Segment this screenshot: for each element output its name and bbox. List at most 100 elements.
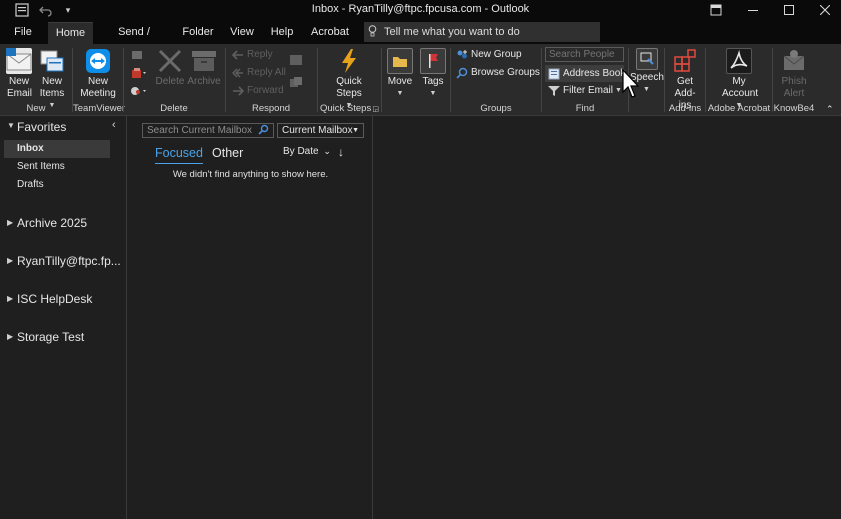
tab-other[interactable]: Other xyxy=(212,144,243,164)
search-scope-dropdown[interactable]: Current Mailbox ▼ xyxy=(277,123,364,138)
meeting-reply-icon[interactable] xyxy=(290,55,302,68)
reply-label: Reply xyxy=(247,49,273,60)
teamviewer-icon xyxy=(85,48,111,74)
reply-all-button[interactable]: Reply All xyxy=(232,65,286,81)
new-items-icon xyxy=(39,48,65,74)
phish-alert-button[interactable]: Phish Alert xyxy=(775,46,813,100)
new-meeting-label: New Meeting xyxy=(80,76,116,99)
group-groups-label: Groups xyxy=(480,103,512,114)
collapse-ribbon-icon[interactable]: ⌃ xyxy=(826,104,834,115)
acrobat-icon xyxy=(726,48,752,74)
ignore-icon[interactable] xyxy=(130,49,144,64)
minimize-icon[interactable] xyxy=(738,0,768,20)
address-book-button[interactable]: Address Book xyxy=(548,66,625,82)
tab-home[interactable]: Home xyxy=(48,22,93,44)
flag-icon xyxy=(420,48,446,74)
tags-button[interactable]: Tags ▼ xyxy=(418,46,448,100)
tab-view[interactable]: View xyxy=(227,22,257,44)
move-button[interactable]: Move ▼ xyxy=(384,46,416,100)
search-people-input[interactable] xyxy=(545,47,624,62)
sort-direction-arrow-icon[interactable]: ↓ xyxy=(338,145,344,159)
phish-alert-icon xyxy=(781,48,807,74)
reply-all-label: Reply All xyxy=(247,67,286,78)
reply-icon xyxy=(231,49,244,61)
reply-button[interactable]: Reply xyxy=(231,47,273,63)
delete-button[interactable]: Delete xyxy=(154,46,186,88)
search-icon[interactable] xyxy=(258,124,269,139)
new-items-label: New Items xyxy=(39,76,65,99)
filter-email-dropdown-icon: ▼ xyxy=(615,87,622,94)
move-label: Move xyxy=(387,76,413,87)
new-meeting-button[interactable]: New Meeting xyxy=(78,46,118,100)
tags-dropdown-icon: ▼ xyxy=(429,90,437,97)
my-account-label: My Account xyxy=(722,76,759,99)
group-quick-steps: Quick Steps ▼ Quick Steps ◲ xyxy=(318,44,381,116)
search-mailbox-input[interactable]: Search Current Mailbox xyxy=(142,123,274,138)
new-group-label: New Group xyxy=(471,49,522,60)
ribbon-display-options-icon[interactable] xyxy=(701,0,731,20)
address-book-icon xyxy=(548,68,560,80)
folder-inbox[interactable]: Inbox xyxy=(4,140,110,158)
collapse-pane-icon[interactable]: ‹ xyxy=(112,119,116,131)
group-new-label: New xyxy=(26,103,46,114)
tab-file[interactable]: File xyxy=(8,22,38,44)
archive-button[interactable]: Archive xyxy=(187,46,221,88)
cleanup-icon[interactable] xyxy=(130,67,148,82)
group-new: New Email New Items ▼ New xyxy=(0,44,72,116)
search-scope-value: Current Mailbox xyxy=(282,125,353,136)
read-aloud-icon xyxy=(635,48,658,70)
scope-chevron-down-icon: ▼ xyxy=(352,127,359,134)
sort-by-label: By Date xyxy=(283,146,319,157)
delete-label: Delete xyxy=(155,76,185,87)
tab-send-receive[interactable]: Send / Receive xyxy=(100,22,168,58)
new-group-button[interactable]: New Group xyxy=(456,47,522,63)
tell-me-search[interactable]: Tell me what you want to do xyxy=(364,22,600,42)
maximize-icon[interactable] xyxy=(774,0,804,20)
forward-button[interactable]: Forward xyxy=(232,83,284,99)
new-email-button[interactable]: New Email xyxy=(3,46,35,100)
account-ryantilly[interactable]: RyanTilly@ftpc.fp... xyxy=(0,252,126,270)
tab-folder[interactable]: Folder xyxy=(182,22,214,44)
archive-label: Archive xyxy=(187,76,221,87)
new-group-icon xyxy=(456,49,468,61)
account-archive-2025[interactable]: Archive 2025 xyxy=(0,214,126,232)
close-icon[interactable] xyxy=(810,0,840,20)
sort-chevron-down-icon: ⌄ xyxy=(323,146,331,156)
group-knowbe4-label: KnowBe4 xyxy=(773,103,815,114)
account-storage-test[interactable]: Storage Test xyxy=(0,328,126,346)
filter-email-button[interactable]: Filter Email ▼ xyxy=(548,83,622,99)
tab-focused[interactable]: Focused xyxy=(155,144,203,164)
group-find-label: Find xyxy=(575,103,595,114)
ribbon-tab-bar: File Home Send / Receive Folder View Hel… xyxy=(0,20,841,58)
group-delete: Delete Archive Delete xyxy=(124,44,224,116)
folder-drafts[interactable]: Drafts xyxy=(0,176,126,194)
group-teamviewer-label: TeamViewer xyxy=(73,103,126,114)
group-addins-label: Add-ins xyxy=(668,103,702,114)
phish-alert-label: Phish Alert xyxy=(781,76,807,99)
group-adobe-label: Adobe Acrobat xyxy=(707,103,771,114)
ribbon-home: New Email New Items ▼ New New Meeting Te… xyxy=(0,44,841,116)
sort-by-dropdown[interactable]: By Date ⌄ xyxy=(283,146,331,157)
group-adobe-acrobat: My Account ▼ Adobe Acrobat xyxy=(706,44,772,116)
account-isc-helpdesk[interactable]: ISC HelpDesk xyxy=(0,290,126,308)
delete-x-icon xyxy=(157,48,183,74)
more-respond-icon[interactable] xyxy=(290,77,302,92)
message-list: Search Current Mailbox Current Mailbox ▼… xyxy=(128,116,373,519)
dialog-launcher-icon[interactable]: ◲ xyxy=(372,105,379,113)
browse-groups-button[interactable]: Browse Groups xyxy=(456,65,540,81)
tags-label: Tags xyxy=(422,76,444,87)
address-book-label: Address Book xyxy=(563,68,626,79)
filter-email-label: Filter Email xyxy=(563,85,614,96)
forward-icon xyxy=(232,85,245,97)
favorites-header[interactable]: Favorites xyxy=(0,118,126,136)
reading-pane xyxy=(374,116,841,519)
archive-icon xyxy=(191,48,217,74)
new-email-label: New Email xyxy=(7,76,33,99)
group-move: Move ▼ Tags ▼ xyxy=(382,44,450,116)
tab-help[interactable]: Help xyxy=(268,22,296,44)
tab-acrobat[interactable]: Acrobat xyxy=(310,22,350,44)
lightbulb-icon xyxy=(368,24,380,40)
addins-grid-icon xyxy=(672,48,698,74)
folder-sent-items[interactable]: Sent Items xyxy=(0,158,126,176)
junk-icon[interactable] xyxy=(130,85,148,100)
